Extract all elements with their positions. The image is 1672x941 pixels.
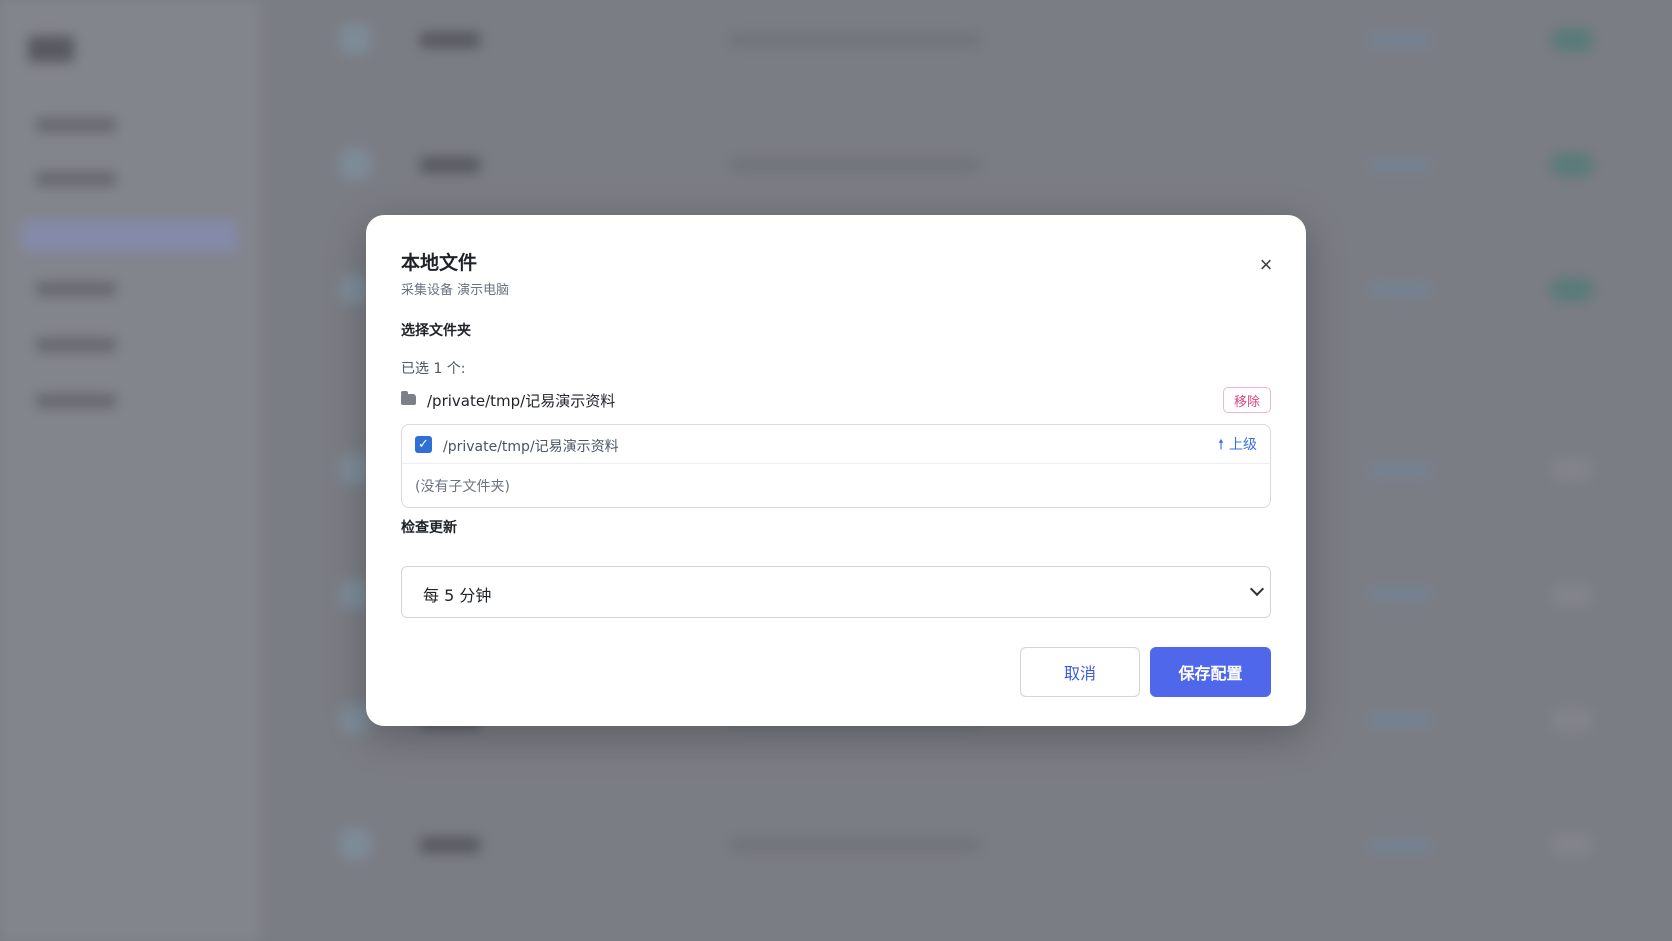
chevron-down-icon xyxy=(1249,581,1265,597)
cancel-button[interactable]: 取消 xyxy=(1020,647,1140,697)
update-interval-value: 每 5 分钟 xyxy=(423,586,492,605)
folder-browser-header: ✓ /private/tmp/记易演示资料 🠕 上级 xyxy=(402,425,1270,464)
bg-nav-item xyxy=(36,118,116,132)
bg-row xyxy=(330,825,1610,865)
bg-nav-item xyxy=(36,282,116,296)
update-interval-select[interactable]: 每 5 分钟 xyxy=(401,566,1271,618)
update-section-label: 检查更新 xyxy=(401,520,457,536)
dialog-subtitle: 采集设备 演示电脑 xyxy=(401,283,510,298)
current-folder-path: /private/tmp/记易演示资料 xyxy=(443,439,619,455)
parent-folder-button[interactable]: 🠕 上级 xyxy=(1218,434,1257,458)
arrow-up-icon: 🠕 xyxy=(1217,437,1224,453)
selected-folder-path: /private/tmp/记易演示资料 xyxy=(427,392,616,410)
folder-checkbox[interactable]: ✓ xyxy=(415,436,432,453)
folder-icon xyxy=(401,391,416,405)
bg-nav-item xyxy=(36,394,116,408)
bg-row xyxy=(330,145,1610,185)
remove-folder-button[interactable]: 移除 xyxy=(1222,387,1271,413)
parent-folder-label: 上级 xyxy=(1229,437,1257,453)
selected-folder-row: /private/tmp/记易演示资料 移除 xyxy=(401,386,1271,414)
bg-sidebar xyxy=(0,0,260,941)
folder-section-label: 选择文件夹 xyxy=(401,323,471,339)
bg-nav-item-active xyxy=(22,220,237,252)
bg-row xyxy=(330,20,1610,60)
save-config-button[interactable]: 保存配置 xyxy=(1150,647,1271,697)
checkbox-checked-icon: ✓ xyxy=(418,437,429,452)
close-button[interactable]: × xyxy=(1252,251,1280,279)
selected-count: 已选 1 个: xyxy=(401,361,466,377)
dialog-title: 本地文件 xyxy=(401,252,478,274)
no-subfolders-hint: (没有子文件夹) xyxy=(415,479,510,495)
bg-nav-item xyxy=(36,172,116,186)
bg-nav-item xyxy=(36,338,116,352)
folder-browser: ✓ /private/tmp/记易演示资料 🠕 上级 (没有子文件夹) xyxy=(401,424,1271,508)
close-icon: × xyxy=(1259,252,1273,277)
local-file-dialog: 本地文件 采集设备 演示电脑 × 选择文件夹 已选 1 个: /private/… xyxy=(366,215,1306,726)
bg-logo xyxy=(28,36,74,62)
